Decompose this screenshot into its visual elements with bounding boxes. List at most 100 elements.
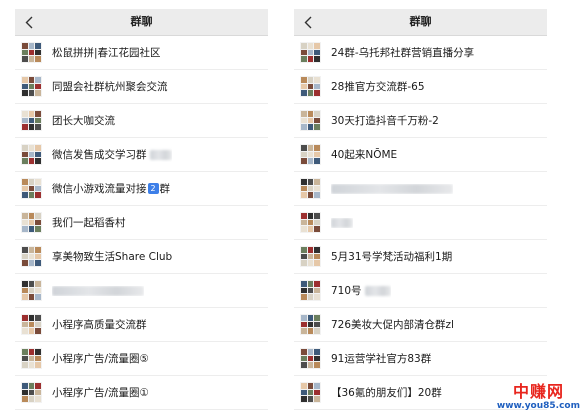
group-name-text: 小程序广告/流量圈① (52, 387, 149, 399)
page-title: 群聊 (409, 15, 432, 28)
group-chat-row[interactable]: 团长大咖交流 (15, 104, 268, 138)
group-name-text: 726美妆大促内部清仓群zl (331, 319, 454, 331)
redacted-text (331, 183, 453, 194)
group-name-text: 30天打造抖音千万粉-2 (331, 115, 439, 127)
group-chat-row[interactable]: 小程序广告/流量圈⑤ (15, 342, 268, 376)
group-name-text: 28推官方交流群-65 (331, 81, 425, 93)
group-chat-row[interactable] (294, 172, 547, 206)
group-name: 40起来NŌME (331, 147, 397, 162)
group-name (331, 217, 353, 228)
group-name (331, 183, 453, 194)
group-avatar (300, 348, 321, 369)
group-name: 我们一起稻香村 (52, 215, 126, 230)
group-name-text: 同盟会社群杭州聚会交流 (52, 81, 168, 93)
redacted-text (364, 285, 391, 296)
group-avatar (21, 110, 42, 131)
group-name: 享美物致生活Share Club (52, 249, 172, 264)
group-avatar (21, 76, 42, 97)
group-name: 团长大咖交流 (52, 113, 115, 128)
group-list: 24群-乌托邦社群营销直播分享 28推官方交流群-65 30天打造抖音千万粉-2 40… (294, 36, 547, 410)
group-chat-list-right: 群聊 24群-乌托邦社群营销直播分享 28推官方交流群-65 30天打造抖音千万粉-… (294, 9, 547, 415)
group-chat-row[interactable]: 我们一起稻香村 (15, 206, 268, 240)
group-chat-row[interactable]: 小程序高质量交流群 (15, 308, 268, 342)
group-name-text: 91运营学社官方83群 (331, 353, 432, 365)
group-name: 小程序广告/流量圈⑤ (52, 351, 149, 366)
back-button[interactable] (21, 12, 37, 32)
redacted-text (331, 217, 353, 228)
group-name-text: 松鼠拼拼|春江花园社区 (52, 47, 161, 59)
group-name: 松鼠拼拼|春江花园社区 (52, 45, 161, 60)
group-name: 726美妆大促内部清仓群zl (331, 317, 454, 332)
back-button[interactable] (300, 12, 316, 32)
group-avatar (300, 246, 321, 267)
group-name: 小程序高质量交流群 (52, 317, 147, 332)
group-chat-row[interactable]: 726美妆大促内部清仓群zl (294, 308, 547, 342)
group-avatar (21, 178, 42, 199)
group-chat-row[interactable]: 5月31号学梵活动福利1期 (294, 240, 547, 274)
group-chat-row[interactable]: 91运营学社官方83群 (294, 342, 547, 376)
group-name: 710号 (331, 283, 391, 298)
group-avatar (21, 42, 42, 63)
group-name-text: 微信发售成交学习群 (52, 149, 147, 161)
group-chat-row[interactable]: 微信小游戏流量对接 2 群 (15, 172, 268, 206)
nav-bar: 群聊 (15, 9, 268, 36)
group-chat-row[interactable]: 松鼠拼拼|春江花园社区 (15, 36, 268, 70)
group-chat-row[interactable]: 24群-乌托邦社群营销直播分享 (294, 36, 547, 70)
group-name-text: 小程序高质量交流群 (52, 319, 147, 331)
redacted-text (149, 149, 172, 160)
group-name: 30天打造抖音千万粉-2 (331, 113, 439, 128)
group-chat-row[interactable] (294, 206, 547, 240)
group-avatar (21, 212, 42, 233)
group-chat-row[interactable]: 710号 (294, 274, 547, 308)
group-list: 松鼠拼拼|春江花园社区 同盟会社群杭州聚会交流 团长大咖交流 微信发售成交学习群 微信小… (15, 36, 268, 410)
group-chat-row[interactable]: 同盟会社群杭州聚会交流 (15, 70, 268, 104)
group-name: 28推官方交流群-65 (331, 79, 425, 94)
group-name: 小程序广告/流量圈① (52, 385, 149, 400)
group-avatar (300, 178, 321, 199)
group-name: 微信小游戏流量对接 2 群 (52, 181, 170, 196)
group-name: 同盟会社群杭州聚会交流 (52, 79, 168, 94)
group-chat-row[interactable]: 40起来NŌME (294, 138, 547, 172)
group-avatar (21, 144, 42, 165)
group-name-text: 【36氪的朋友们】20群 (331, 387, 442, 399)
chevron-left-icon (304, 16, 312, 28)
group-name-text: 我们一起稻香村 (52, 217, 126, 229)
group-name-text: 团长大咖交流 (52, 115, 115, 127)
group-name: 微信发售成交学习群 (52, 147, 172, 162)
chevron-left-icon (25, 16, 33, 28)
group-avatar (21, 382, 42, 403)
group-avatar (21, 314, 42, 335)
group-avatar (300, 144, 321, 165)
group-avatar (300, 76, 321, 97)
group-avatar (300, 42, 321, 63)
group-avatar (300, 314, 321, 335)
group-avatar (300, 212, 321, 233)
group-name: 91运营学社官方83群 (331, 351, 431, 366)
group-avatar (21, 246, 42, 267)
group-chat-list-left: 群聊 松鼠拼拼|春江花园社区 同盟会社群杭州聚会交流 团长大咖交流微信发售成交学习群… (15, 9, 268, 415)
nav-bar: 群聊 (294, 9, 547, 36)
group-chat-row[interactable]: 30天打造抖音千万粉-2 (294, 104, 547, 138)
group-chat-row[interactable]: 享美物致生活Share Club (15, 240, 268, 274)
group-name-text: 710号 (331, 285, 362, 297)
group-chat-row[interactable]: 微信发售成交学习群 (15, 138, 268, 172)
group-name-text: 24群-乌托邦社群营销直播分享 (331, 47, 475, 59)
group-name-text: 5月31号学梵活动福利1期 (331, 251, 453, 263)
group-name-text: 小程序广告/流量圈⑤ (52, 353, 149, 365)
group-avatar (300, 382, 321, 403)
group-chat-row[interactable]: 小程序广告/流量圈① (15, 376, 268, 410)
group-name: 24群-乌托邦社群营销直播分享 (331, 45, 474, 60)
group-name-text: 微信小游戏流量对接 (52, 183, 147, 195)
group-name-suffix: 群 (159, 183, 171, 195)
group-name (52, 285, 144, 296)
group-chat-row[interactable]: 28推官方交流群-65 (294, 70, 547, 104)
group-name: 【36氪的朋友们】20群 (331, 385, 442, 400)
group-avatar (300, 280, 321, 301)
keycap-emoji: 2 (147, 183, 159, 194)
redacted-text (52, 285, 144, 296)
group-chat-row[interactable] (15, 274, 268, 308)
group-avatar (21, 348, 42, 369)
group-name-text: 40起来NŌME (331, 149, 398, 161)
group-name-text: 享美物致生活Share Club (52, 251, 173, 263)
group-chat-row[interactable]: 【36氪的朋友们】20群 (294, 376, 547, 410)
